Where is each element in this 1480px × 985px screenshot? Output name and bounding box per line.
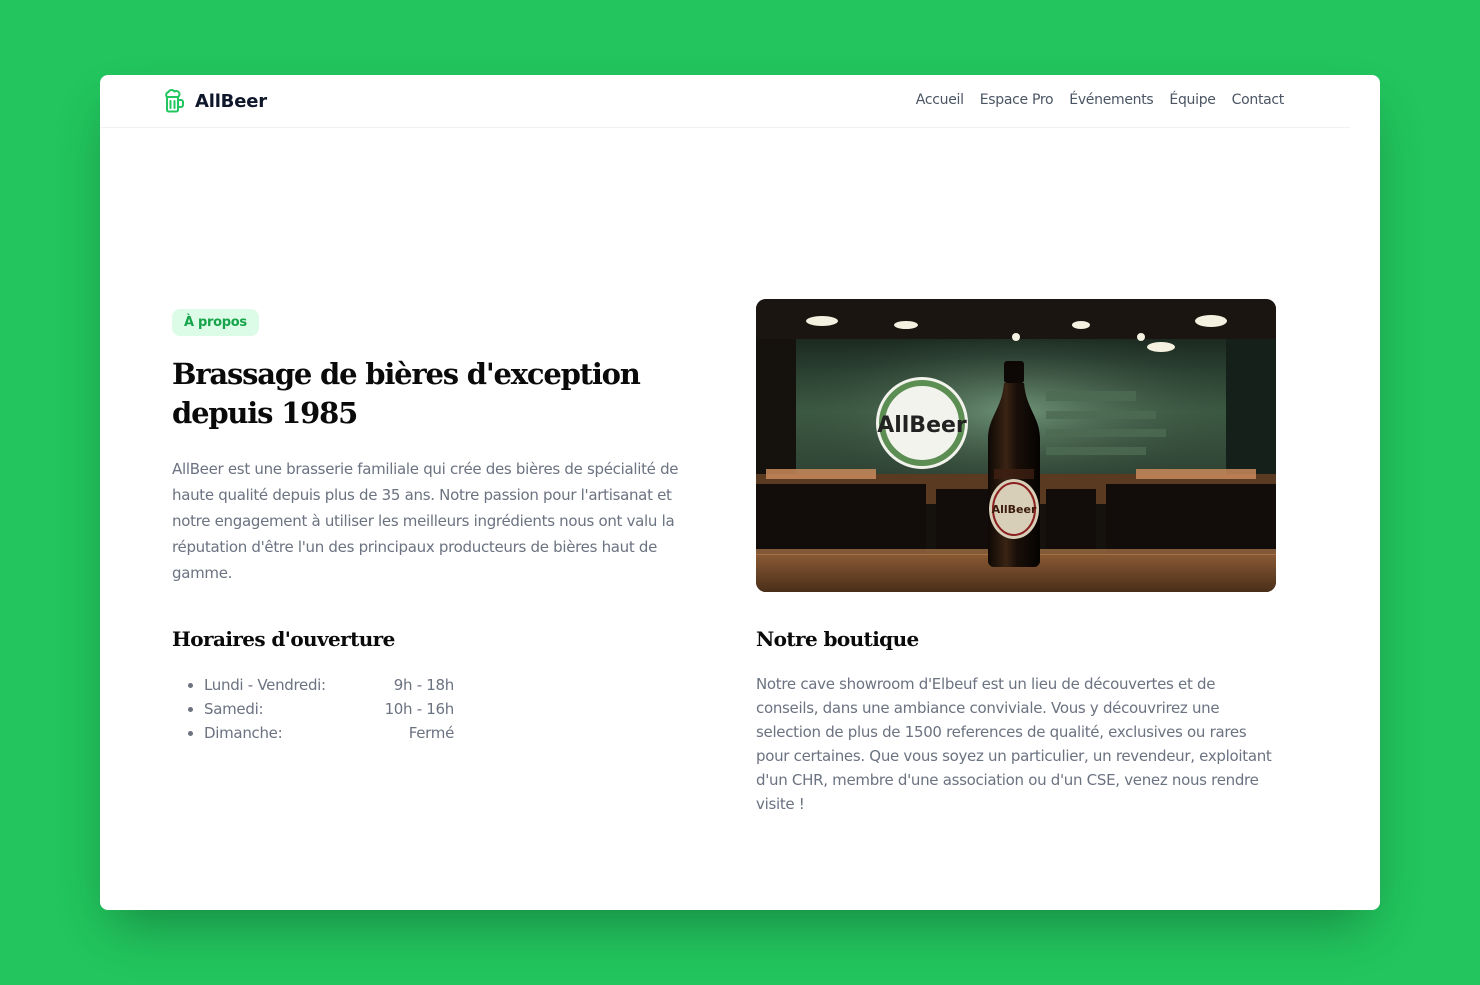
brand-logo-link[interactable]: AllBeer: [164, 89, 267, 113]
bottle-label-text: AllBeer: [992, 503, 1037, 516]
navbar: AllBeer Accueil Espace Pro Événements Éq…: [100, 75, 1350, 128]
nav-link-accueil[interactable]: Accueil: [916, 92, 964, 108]
hours-time: 9h - 18h: [393, 676, 455, 694]
main-nav: Accueil Espace Pro Événements Équipe Con…: [916, 92, 1285, 108]
about-section: À propos Brassage de bières d'exception …: [172, 309, 692, 586]
shop-title: Notre boutique: [756, 627, 919, 651]
hours-title: Horaires d'ouverture: [172, 627, 395, 651]
nav-link-evenements[interactable]: Événements: [1069, 92, 1153, 108]
hours-time: 10h - 16h: [384, 700, 455, 718]
sign-text: AllBeer: [877, 413, 967, 438]
hours-list: Lundi - Vendredi: 9h - 18h Samedi: 10h -…: [186, 673, 454, 745]
brand-name: AllBeer: [195, 90, 267, 112]
hours-time: Fermé: [408, 724, 455, 742]
nav-link-espace-pro[interactable]: Espace Pro: [980, 92, 1054, 108]
hours-day: Lundi - Vendredi:: [204, 676, 326, 694]
shop-text: Notre cave showroom d'Elbeuf est un lieu…: [756, 675, 1272, 813]
about-text: AllBeer est une brasserie familiale qui …: [172, 460, 679, 582]
hours-day: Dimanche:: [204, 724, 283, 742]
about-title: Brassage de bières d'exception depuis 19…: [172, 357, 641, 430]
about-badge: À propos: [172, 309, 259, 336]
beer-mug-icon: [164, 89, 186, 113]
hours-row: Dimanche: Fermé: [186, 721, 454, 745]
hours-row: Lundi - Vendredi: 9h - 18h: [186, 673, 454, 697]
nav-link-equipe[interactable]: Équipe: [1169, 92, 1216, 108]
browser-window: AllBeer Accueil Espace Pro Événements Éq…: [100, 75, 1380, 910]
nav-link-contact[interactable]: Contact: [1232, 92, 1285, 108]
hours-row: Samedi: 10h - 16h: [186, 697, 454, 721]
hours-day: Samedi:: [204, 700, 264, 718]
brewery-photo: AllBeer AllBeer: [756, 299, 1276, 592]
